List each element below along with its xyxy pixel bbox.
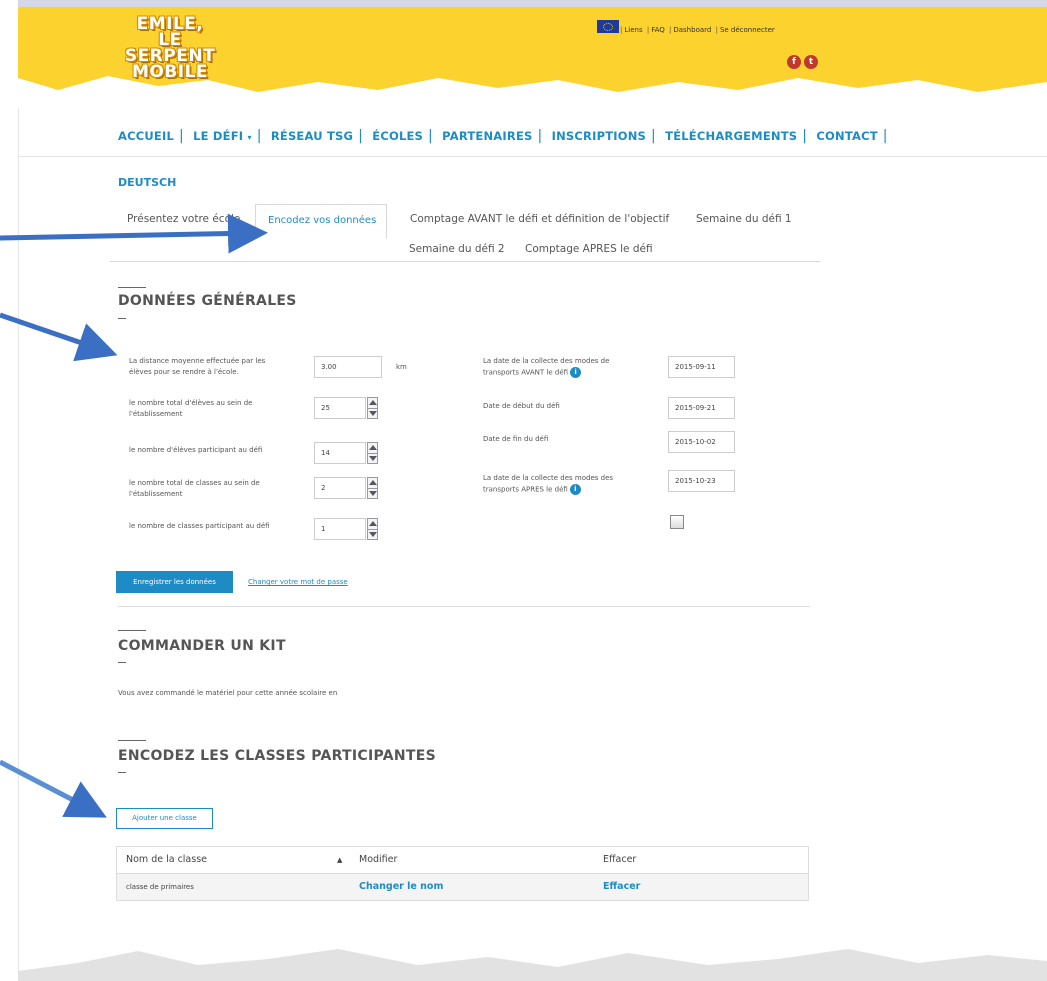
section-dash-bottom bbox=[118, 772, 126, 773]
section-dash-top bbox=[118, 287, 146, 288]
tab-encodez-donnees[interactable]: Encodez vos données bbox=[255, 204, 388, 239]
delete-class-link[interactable]: Effacer bbox=[603, 874, 640, 900]
link-logout[interactable]: Se déconnecter bbox=[720, 26, 775, 34]
add-class-button[interactable]: Ajouter une classe bbox=[116, 808, 213, 829]
tab-semaine-1[interactable]: Semaine du défi 1 bbox=[696, 213, 792, 225]
label-date-before-line-1: La date de la collecte des modes de bbox=[483, 357, 610, 365]
section-dash-bottom bbox=[118, 662, 126, 663]
students-participating-spinner[interactable] bbox=[367, 442, 378, 464]
section-title-donnees-generales: DONNÉES GÉNÉRALES bbox=[118, 293, 297, 309]
date-before-input[interactable]: 2015-09-11 bbox=[668, 356, 735, 378]
tabs-divider bbox=[110, 261, 820, 262]
label-distance-line-1: La distance moyenne effectuée par les bbox=[129, 357, 266, 365]
classes-table: Nom de la classe ▲ Modifier Effacer clas… bbox=[116, 846, 809, 901]
classes-total-input[interactable]: 2 bbox=[314, 477, 366, 499]
language-switch-deutsch[interactable]: DEUTSCH bbox=[118, 176, 176, 189]
distance-input[interactable]: 3.00 bbox=[314, 356, 382, 378]
section-dash-bottom bbox=[118, 318, 126, 319]
link-liens[interactable]: Liens bbox=[624, 26, 642, 34]
site-header: EMILE, LE SERPENT MOBILE | Liens | FAQ | Da… bbox=[18, 0, 1047, 108]
eu-flag-icon bbox=[597, 20, 619, 33]
table-header-row: Nom de la classe ▲ Modifier Effacer bbox=[117, 847, 808, 874]
label-date-before: La date de la collecte des modes de tran… bbox=[483, 356, 653, 379]
main-nav: ACCUEIL | LE DÉFI ▾ | RÉSEAU TSG | ÉCOLES | … bbox=[118, 128, 888, 144]
link-dashboard[interactable]: Dashboard bbox=[673, 26, 711, 34]
label-date-end: Date de fin du défi bbox=[483, 435, 549, 443]
classes-participating-input[interactable]: 1 bbox=[314, 518, 366, 540]
label-distance-line-2: élèves pour se rendre à l'école. bbox=[129, 368, 239, 376]
tab-comptage-avant[interactable]: Comptage AVANT le défi et définition de … bbox=[410, 213, 669, 225]
date-after-input[interactable]: 2015-10-23 bbox=[668, 470, 735, 492]
footer-hills-decoration bbox=[18, 949, 1047, 981]
tab-comptage-apres[interactable]: Comptage APRES le défi bbox=[525, 243, 653, 255]
students-total-spinner[interactable] bbox=[367, 397, 378, 419]
info-icon[interactable]: i bbox=[570, 367, 582, 378]
table-row: classe de primaires Changer le nom Effac… bbox=[117, 874, 808, 900]
twitter-icon[interactable]: t bbox=[804, 55, 818, 69]
section-dash-top bbox=[118, 630, 146, 631]
header-top-links: | Liens | FAQ | Dashboard | Se déconnecter bbox=[620, 26, 775, 34]
column-header-modifier: Modifier bbox=[359, 854, 398, 865]
link-faq[interactable]: FAQ bbox=[651, 26, 665, 34]
section-dash-top bbox=[118, 740, 146, 741]
nav-le-defi-label: LE DÉFI bbox=[193, 129, 244, 143]
column-header-effacer: Effacer bbox=[603, 854, 637, 865]
facebook-icon[interactable]: f bbox=[787, 55, 801, 69]
caret-down-icon: ▾ bbox=[247, 133, 252, 142]
classes-total-spinner[interactable] bbox=[367, 477, 378, 499]
label-students-total-line-2: l'établissement bbox=[129, 410, 183, 418]
save-data-button[interactable]: Enregistrer les données bbox=[116, 571, 233, 593]
nav-le-defi[interactable]: LE DÉFI ▾ bbox=[193, 129, 252, 143]
label-date-after-line-1: La date de la collecte des modes des bbox=[483, 474, 614, 482]
nav-partenaires[interactable]: PARTENAIRES bbox=[442, 129, 532, 143]
students-participating-input[interactable]: 14 bbox=[314, 442, 366, 464]
logo-line-2: LE SERPENT bbox=[124, 30, 216, 66]
distance-unit: km bbox=[396, 363, 407, 371]
label-students-participating: le nombre d'élèves participant au défi bbox=[129, 446, 263, 454]
change-password-link[interactable]: Changer votre mot de passe bbox=[248, 578, 348, 586]
label-distance: La distance moyenne effectuée par les él… bbox=[129, 356, 299, 378]
label-classes-total-line-1: le nombre total de classes au sein de bbox=[129, 479, 260, 487]
site-logo[interactable]: EMILE, LE SERPENT MOBILE bbox=[110, 16, 230, 82]
label-classes-total: le nombre total de classes au sein de l'… bbox=[129, 478, 299, 500]
classes-participating-spinner[interactable] bbox=[367, 518, 378, 540]
kit-status-text: Vous avez commandé le matériel pour cett… bbox=[118, 689, 338, 697]
tab-presentez-ecole[interactable]: Présentez votre école bbox=[127, 213, 240, 225]
tab-semaine-2[interactable]: Semaine du défi 2 bbox=[409, 243, 505, 255]
date-end-input[interactable]: 2015-10-02 bbox=[668, 431, 735, 453]
label-classes-participating: le nombre de classes participant au défi bbox=[129, 522, 270, 530]
nav-inscriptions[interactable]: INSCRIPTIONS bbox=[552, 129, 646, 143]
nav-telechargements[interactable]: TÉLÉCHARGEMENTS bbox=[665, 129, 797, 143]
nav-contact[interactable]: CONTACT bbox=[816, 129, 877, 143]
label-date-start: Date de début du défi bbox=[483, 402, 560, 410]
nav-ecoles[interactable]: ÉCOLES bbox=[372, 129, 423, 143]
header-top-line bbox=[18, 0, 1047, 7]
students-total-input[interactable]: 25 bbox=[314, 397, 366, 419]
rename-class-link[interactable]: Changer le nom bbox=[359, 874, 443, 900]
info-icon[interactable]: i bbox=[569, 484, 581, 495]
logo-line-3: MOBILE bbox=[131, 62, 209, 82]
section-title-commander-kit: COMMANDER UN KIT bbox=[118, 638, 286, 654]
label-date-before-line-2: transports AVANT le défi bbox=[483, 368, 569, 377]
label-students-total: le nombre total d'élèves au sein de l'ét… bbox=[129, 398, 299, 420]
column-header-class-name[interactable]: Nom de la classe bbox=[126, 847, 207, 873]
checkbox[interactable] bbox=[670, 515, 684, 529]
section-divider bbox=[118, 606, 810, 607]
nav-divider bbox=[18, 156, 1047, 157]
label-students-total-line-1: le nombre total d'élèves au sein de bbox=[129, 399, 253, 407]
nav-accueil[interactable]: ACCUEIL bbox=[118, 129, 174, 143]
class-name-cell: classe de primaires bbox=[126, 883, 194, 891]
label-date-after-line-2: transports APRES le défi bbox=[483, 485, 568, 494]
nav-reseau-tsg[interactable]: RÉSEAU TSG bbox=[271, 129, 353, 143]
label-classes-total-line-2: l'établissement bbox=[129, 490, 183, 498]
label-date-after: La date de la collecte des modes des tra… bbox=[483, 473, 653, 496]
date-start-input[interactable]: 2015-09-21 bbox=[668, 397, 735, 419]
sort-asc-icon[interactable]: ▲ bbox=[337, 847, 342, 873]
section-title-classes: ENCODEZ LES CLASSES PARTICIPANTES bbox=[118, 748, 437, 764]
